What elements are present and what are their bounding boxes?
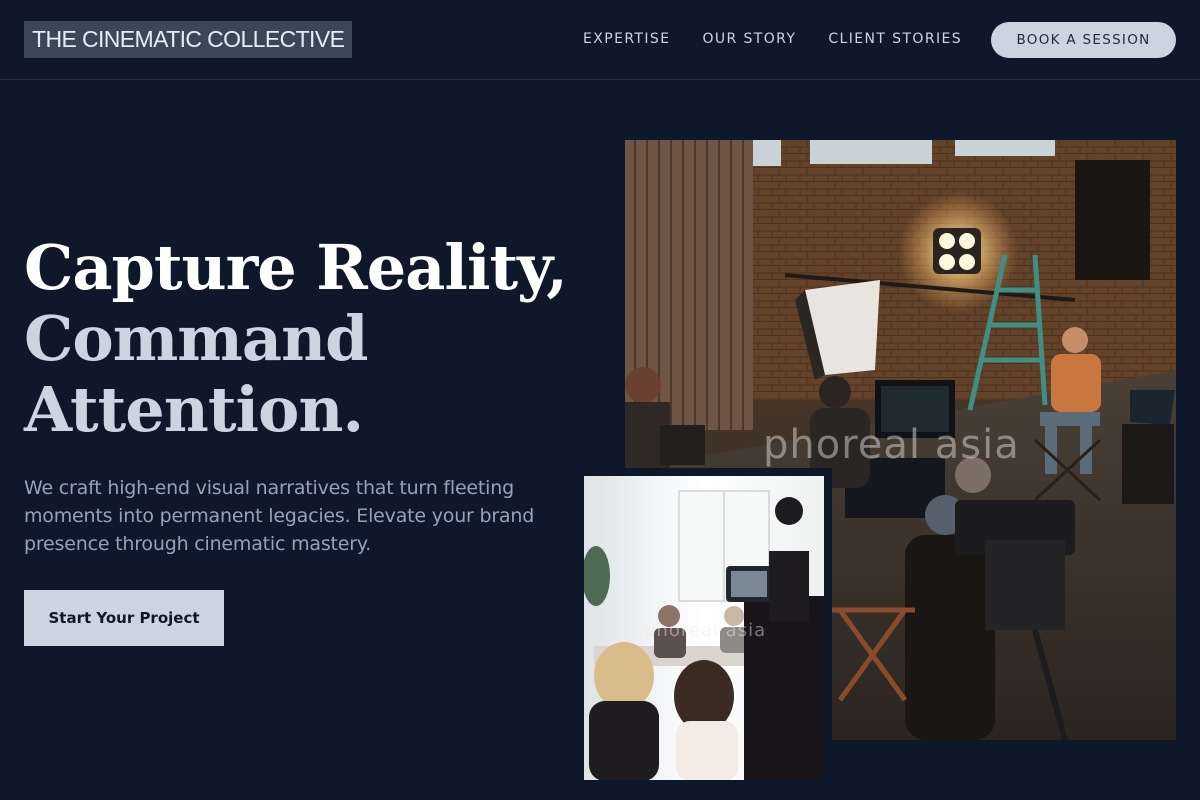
headline-line-1: Capture Reality, <box>24 231 568 304</box>
main-photo-watermark: phoreal asia <box>763 422 1020 468</box>
hero-headline: Capture Reality, Command Attention. <box>24 232 584 445</box>
nav-link-expertise[interactable]: EXPERTISE <box>583 31 670 47</box>
secondary-photo-watermark: phoreal asia <box>644 620 767 641</box>
hero-description: We craft high-end visual narratives that… <box>24 477 535 555</box>
primary-nav: EXPERTISE OUR STORY CLIENT STORIES <box>583 31 962 47</box>
headline-line-3: Attention. <box>24 373 364 446</box>
meeting-photo: phoreal asia <box>584 476 824 780</box>
landing-page: THE CINEMATIC COLLECTIVE EXPERTISE OUR S… <box>0 0 1200 800</box>
site-header: THE CINEMATIC COLLECTIVE EXPERTISE OUR S… <box>0 0 1200 80</box>
headline-line-2: Command <box>24 302 369 375</box>
nav-link-client-stories[interactable]: CLIENT STORIES <box>828 31 962 47</box>
start-project-button[interactable]: Start Your Project <box>24 590 224 646</box>
site-logo[interactable]: THE CINEMATIC COLLECTIVE <box>24 21 353 58</box>
nav-link-our-story[interactable]: OUR STORY <box>702 31 796 47</box>
book-session-button[interactable]: BOOK A SESSION <box>991 22 1176 58</box>
